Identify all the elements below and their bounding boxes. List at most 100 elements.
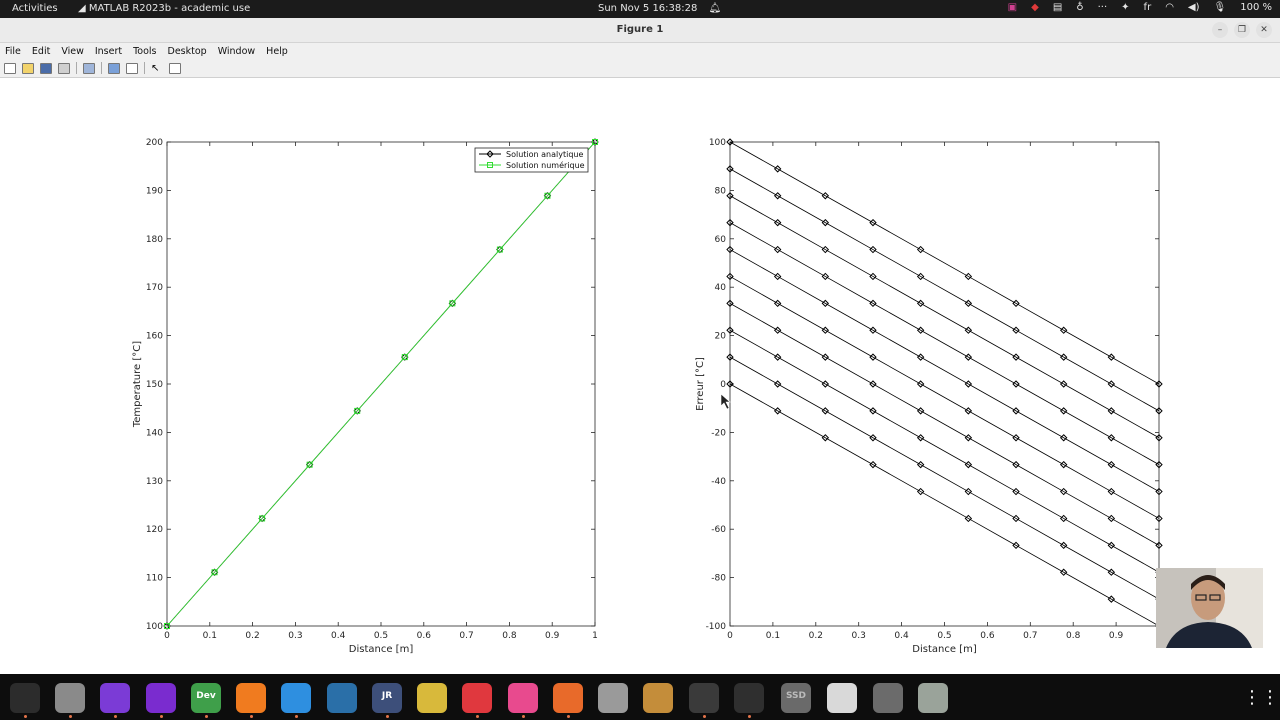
language-indicator[interactable]: fr — [1144, 2, 1152, 13]
y-tick-label: 200 — [146, 138, 163, 148]
menu-desktop[interactable]: Desktop — [168, 46, 207, 57]
dock-icon-label: SSD — [785, 691, 807, 701]
system-tray: ▣ ◆ ▤ ♁ ··· ✦ fr ◠ ◀) 🎙︎ 100 % — [1008, 2, 1272, 13]
activities-button[interactable]: Activities — [12, 3, 58, 14]
more-icon[interactable]: ··· — [1098, 2, 1108, 13]
teapot-icon[interactable] — [417, 683, 447, 713]
firefox-dev-icon[interactable] — [281, 683, 311, 713]
dock-icon-label: JR — [381, 691, 393, 701]
y-tick-label: -80 — [711, 574, 726, 584]
open-file-icon[interactable] — [22, 62, 34, 74]
document-viewer-icon[interactable] — [827, 683, 857, 713]
x-tick-label: 0.7 — [1023, 631, 1037, 641]
y-tick-label: -60 — [711, 525, 726, 535]
accessibility-icon[interactable] — [598, 683, 628, 713]
plots-svg: 0 0.1 0.2 0.3 0.4 0.5 0.6 0.7 0.8 0.9 1 100 110 120 13… — [132, 138, 1163, 655]
wifi-icon[interactable]: ◠ — [1165, 2, 1174, 13]
x-tick-label: 0.4 — [894, 631, 909, 641]
show-apps-icon[interactable]: ⋮⋮⋮ — [1243, 687, 1280, 709]
maximize-button[interactable]: ❐ — [1234, 22, 1250, 38]
system-monitor-icon[interactable] — [689, 683, 719, 713]
x-tick-label: 0 — [164, 631, 170, 641]
app-store-icon[interactable] — [553, 683, 583, 713]
link-plot-icon[interactable] — [83, 62, 95, 74]
running-indicator — [703, 715, 706, 718]
property-inspector-icon[interactable] — [169, 62, 181, 74]
running-indicator — [160, 715, 163, 718]
menu-view[interactable]: View — [61, 46, 84, 57]
top-bar: Activities ◢ MATLAB R2023b - academic us… — [0, 0, 1280, 18]
mic-icon[interactable]: 🎙︎ — [1214, 2, 1227, 13]
clock[interactable]: Sun Nov 5 16:38:28 🔔︎ — [598, 3, 721, 14]
running-indicator — [114, 715, 117, 718]
menu-file[interactable]: File — [5, 46, 21, 57]
battery-label[interactable]: 100 % — [1240, 2, 1272, 13]
webcam-overlay — [1156, 568, 1263, 648]
x-tick-label: 0.6 — [417, 631, 432, 641]
close-button[interactable]: ✕ — [1256, 22, 1272, 38]
menu-tools[interactable]: Tools — [133, 46, 156, 57]
window-titlebar[interactable]: Figure 1 – ❐ ✕ — [0, 18, 1280, 43]
x-tick-label: 0.4 — [331, 631, 346, 641]
x-axis-label: Distance [m] — [349, 644, 414, 655]
anydesk-icon[interactable] — [462, 683, 492, 713]
dropbox-icon[interactable]: ♁ — [1076, 2, 1083, 13]
app-menu[interactable]: ◢ MATLAB R2023b - academic use — [78, 3, 250, 14]
running-indicator — [522, 715, 525, 718]
brave-icon[interactable] — [100, 683, 130, 713]
menu-window[interactable]: Window — [218, 46, 255, 57]
menu-edit[interactable]: Edit — [32, 46, 50, 57]
y-tick-label: -20 — [711, 428, 726, 438]
x-tick-label: 0.8 — [1066, 631, 1081, 641]
matlab-small-icon: ◢ — [78, 3, 89, 14]
podcast-icon[interactable] — [146, 683, 176, 713]
x-tick-label: 0.7 — [459, 631, 473, 641]
minimize-button[interactable]: – — [1212, 22, 1228, 38]
figure-canvas: 0 0.1 0.2 0.3 0.4 0.5 0.6 0.7 0.8 0.9 1 100 110 120 13… — [0, 78, 1280, 674]
y-tick-label: 80 — [715, 186, 727, 196]
bell-icon: 🔔︎ — [708, 3, 722, 14]
colorbar-icon[interactable] — [108, 62, 120, 74]
y-tick-label: 40 — [715, 283, 727, 293]
figure-window: Figure 1 – ❐ ✕ File Edit View Insert Too… — [0, 18, 1280, 674]
running-indicator — [250, 715, 253, 718]
download-icon[interactable] — [508, 683, 538, 713]
x-tick-label: 0.2 — [245, 631, 259, 641]
y-tick-label: 130 — [146, 477, 163, 487]
x-axis-label: Distance [m] — [912, 644, 977, 655]
anydesk-tray-icon[interactable]: ◆ — [1031, 2, 1039, 13]
screen-record-icon[interactable]: ▣ — [1008, 2, 1017, 13]
menu-bar: File Edit View Insert Tools Desktop Wind… — [0, 43, 1280, 59]
y-axis-label: Temperature [°C] — [132, 341, 143, 428]
edit-plot-icon[interactable]: ↖ — [151, 63, 163, 74]
y-tick-label: 60 — [715, 235, 727, 245]
y-axis-label: Erreur [°C] — [695, 357, 706, 411]
accessibility-tray-icon[interactable]: ✦ — [1121, 2, 1129, 13]
x-tick-label: 0.1 — [766, 631, 780, 641]
mouse-cursor-icon — [720, 393, 731, 410]
files-icon[interactable] — [55, 683, 85, 713]
save-icon[interactable] — [40, 62, 52, 74]
running-indicator — [386, 715, 389, 718]
firefox-icon[interactable] — [236, 683, 266, 713]
volume-icon[interactable]: ◀) — [1188, 2, 1200, 13]
trash-icon[interactable] — [918, 683, 948, 713]
menu-insert[interactable]: Insert — [95, 46, 122, 57]
terminal-icon[interactable] — [10, 683, 40, 713]
y-tick-label: 150 — [146, 380, 163, 390]
new-figure-icon[interactable] — [4, 62, 16, 74]
print-icon[interactable] — [58, 62, 70, 74]
legend-icon[interactable] — [126, 62, 138, 74]
legend-entry: Solution numérique — [506, 160, 585, 170]
running-indicator — [69, 715, 72, 718]
search-tool-icon[interactable] — [643, 683, 673, 713]
matlab-icon[interactable] — [734, 683, 764, 713]
disk-icon[interactable] — [873, 683, 903, 713]
y-tick-label: 140 — [146, 428, 163, 438]
x-tick-label: 1 — [592, 631, 598, 641]
kalkulator-icon[interactable] — [327, 683, 357, 713]
clipboard-icon[interactable]: ▤ — [1053, 2, 1062, 13]
x-tick-label: 0.3 — [852, 631, 866, 641]
menu-help[interactable]: Help — [266, 46, 288, 57]
app-menu-label: MATLAB R2023b - academic use — [88, 3, 251, 14]
